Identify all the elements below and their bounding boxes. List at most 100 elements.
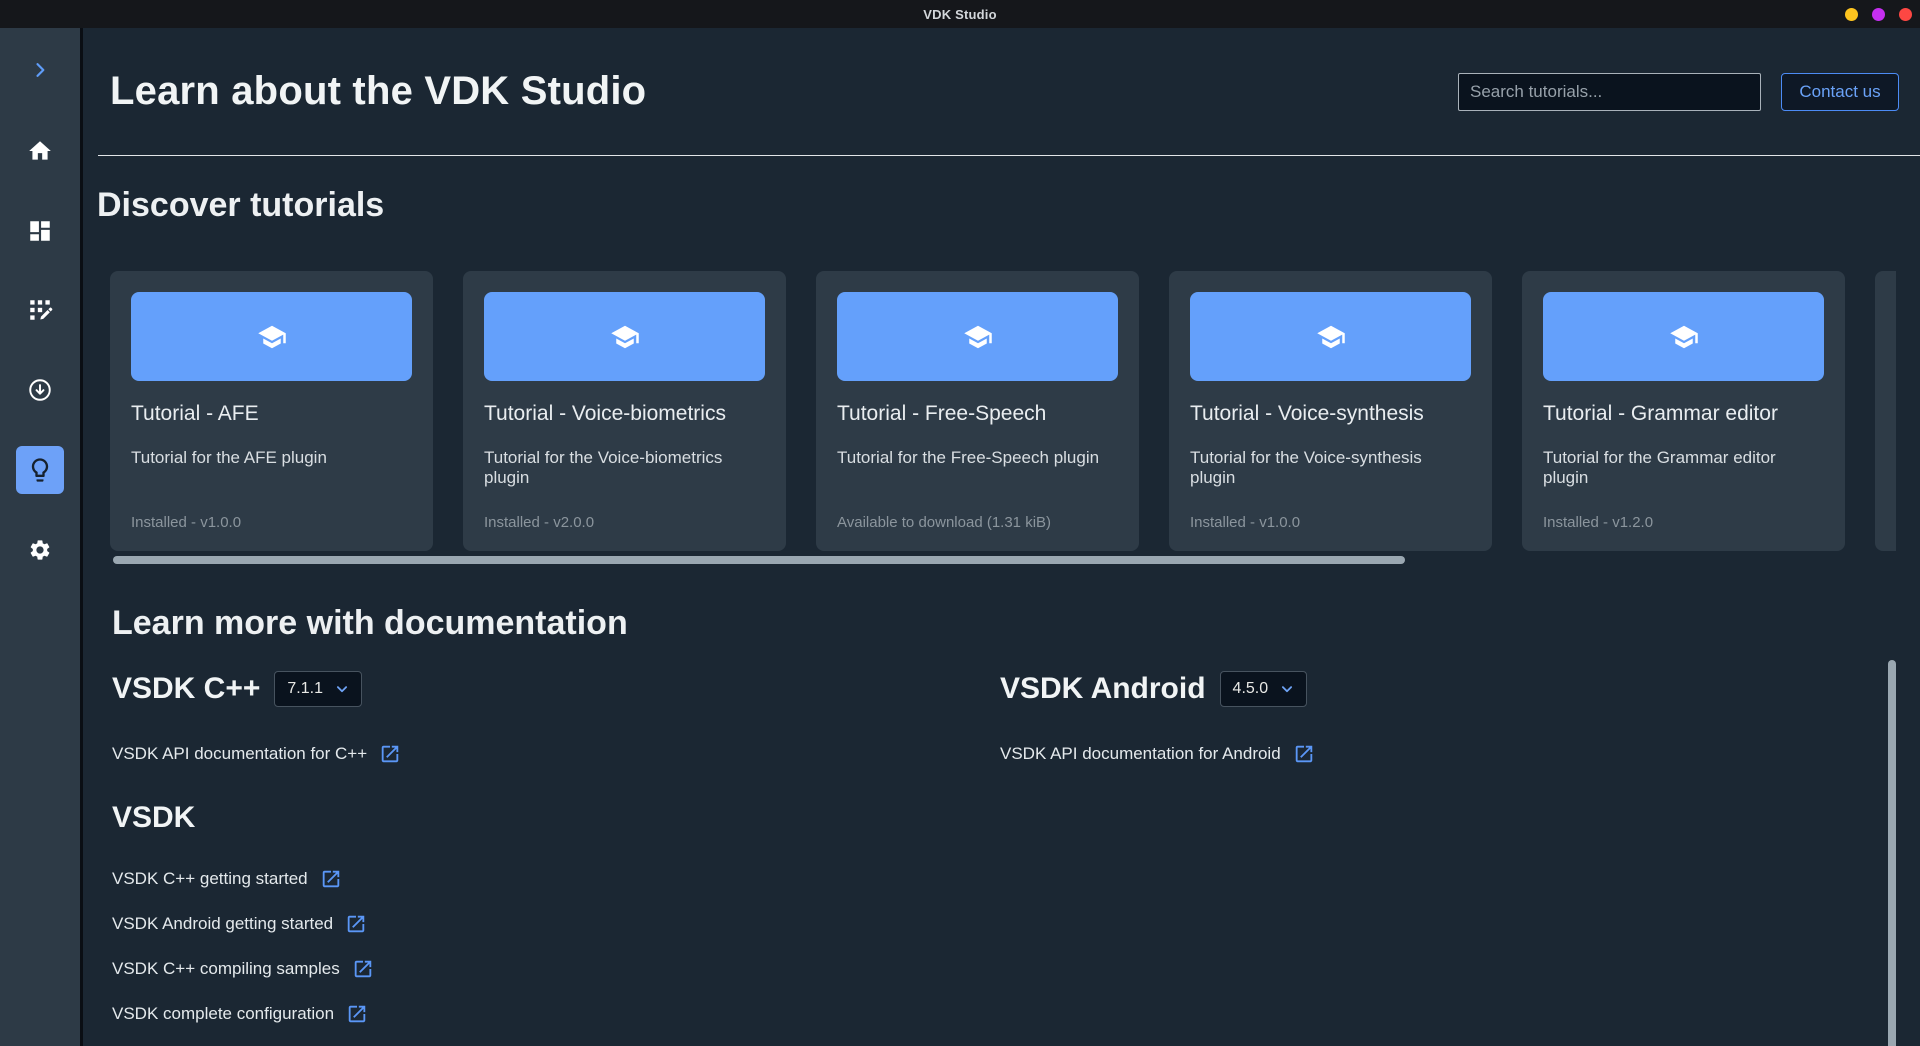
link-cpp-api-documentation[interactable]: VSDK API documentation for C++ bbox=[112, 743, 401, 765]
horizontal-scrollbar-thumb[interactable] bbox=[113, 556, 1405, 564]
graduation-cap-icon bbox=[1316, 322, 1346, 352]
card-status: Installed - v1.0.0 bbox=[131, 514, 241, 531]
discover-tutorials-heading: Discover tutorials bbox=[97, 186, 1920, 225]
link-android-api-documentation[interactable]: VSDK API documentation for Android bbox=[1000, 743, 1315, 765]
vsdk-cpp-version-select[interactable]: 7.1.1 bbox=[274, 671, 362, 707]
home-icon bbox=[27, 138, 53, 164]
version-value: 4.5.0 bbox=[1233, 680, 1269, 698]
vsdk-cpp-title-row: VSDK C++ 7.1.1 bbox=[112, 667, 401, 711]
card-title: Tutorial - Voice-biometrics bbox=[484, 402, 765, 426]
vsdk-cpp-column: VSDK C++ 7.1.1 VSDK API documentation fo… bbox=[112, 667, 401, 765]
lightbulb-icon bbox=[26, 456, 54, 484]
graduation-cap-icon bbox=[1669, 322, 1699, 352]
card-title: Tutorial - Grammar editor bbox=[1543, 402, 1824, 426]
chevron-down-icon bbox=[333, 680, 351, 698]
vsdk-links-list: VSDK C++ getting started VSDK Android ge… bbox=[112, 867, 1920, 1026]
minimize-button[interactable] bbox=[1845, 8, 1858, 21]
external-link-icon bbox=[379, 743, 401, 765]
link-label: VSDK C++ getting started bbox=[112, 869, 308, 889]
vertical-scrollbar-thumb[interactable] bbox=[1888, 660, 1896, 1046]
card-banner bbox=[1190, 292, 1471, 381]
card-status: Installed - v1.0.0 bbox=[1190, 514, 1300, 531]
card-title: Tutorial - Free-Speech bbox=[837, 402, 1118, 426]
learn-more-heading: Learn more with documentation bbox=[112, 604, 1920, 643]
contact-us-button[interactable]: Contact us bbox=[1781, 73, 1899, 111]
tutorial-card-voice-synthesis[interactable]: Tutorial - Voice-synthesis Tutorial for … bbox=[1169, 271, 1492, 551]
vsdk-cpp-heading: VSDK C++ bbox=[112, 672, 260, 706]
sidebar bbox=[0, 28, 80, 1046]
card-status: Available to download (1.31 kiB) bbox=[837, 514, 1051, 531]
graduation-cap-icon bbox=[610, 322, 640, 352]
main-content: Learn about the VDK Studio Contact us Di… bbox=[83, 28, 1920, 1046]
vsdk-android-version-select[interactable]: 4.5.0 bbox=[1220, 671, 1308, 707]
close-button[interactable] bbox=[1899, 8, 1912, 21]
tutorial-card-partial[interactable] bbox=[1875, 271, 1896, 551]
sidebar-item-settings[interactable] bbox=[16, 526, 64, 574]
link-label: VSDK C++ compiling samples bbox=[112, 959, 340, 979]
link-complete-configuration[interactable]: VSDK complete configuration bbox=[112, 1002, 1920, 1026]
maximize-button[interactable] bbox=[1872, 8, 1885, 21]
card-description: Tutorial for the Voice-biometrics plugin bbox=[484, 448, 765, 488]
card-title: Tutorial - Voice-synthesis bbox=[1190, 402, 1471, 426]
horizontal-scrollbar-track bbox=[113, 556, 1899, 564]
card-banner bbox=[131, 292, 412, 381]
sidebar-item-learn[interactable] bbox=[16, 446, 64, 494]
page-header: Learn about the VDK Studio Contact us bbox=[98, 28, 1920, 156]
link-cpp-getting-started[interactable]: VSDK C++ getting started bbox=[112, 867, 1920, 891]
card-title: Tutorial - AFE bbox=[131, 402, 412, 426]
tutorial-cards-viewport: Tutorial - AFE Tutorial for the AFE plug… bbox=[110, 271, 1896, 551]
link-label: VSDK Android getting started bbox=[112, 914, 333, 934]
link-cpp-compiling-samples[interactable]: VSDK C++ compiling samples bbox=[112, 957, 1920, 981]
version-value: 7.1.1 bbox=[287, 680, 323, 698]
card-banner bbox=[484, 292, 765, 381]
sidebar-item-projects[interactable] bbox=[16, 286, 64, 334]
page-title: Learn about the VDK Studio bbox=[110, 69, 646, 114]
tutorial-cards-row: Tutorial - AFE Tutorial for the AFE plug… bbox=[110, 271, 1896, 551]
vsdk-android-column: VSDK Android 4.5.0 VSDK API documentatio… bbox=[1000, 667, 1315, 765]
vdk-studio-window: VDK Studio bbox=[0, 0, 1920, 1046]
card-description: Tutorial for the Free-Speech plugin bbox=[837, 448, 1118, 468]
sidebar-item-home[interactable] bbox=[16, 127, 64, 175]
external-link-icon bbox=[320, 868, 342, 890]
vsdk-android-title-row: VSDK Android 4.5.0 bbox=[1000, 667, 1315, 711]
download-icon bbox=[27, 377, 53, 403]
documentation-columns: VSDK C++ 7.1.1 VSDK API documentation fo… bbox=[112, 667, 1920, 787]
chevron-right-icon bbox=[30, 60, 50, 80]
graduation-cap-icon bbox=[257, 322, 287, 352]
sidebar-item-downloads[interactable] bbox=[16, 366, 64, 414]
vsdk-android-heading: VSDK Android bbox=[1000, 672, 1206, 706]
projects-edit-icon bbox=[27, 297, 53, 323]
app-shell: Learn about the VDK Studio Contact us Di… bbox=[0, 28, 1920, 1046]
sidebar-expand-button[interactable] bbox=[16, 46, 64, 94]
header-actions: Contact us bbox=[1458, 73, 1899, 111]
sidebar-item-dashboard[interactable] bbox=[16, 207, 64, 255]
tutorial-card-voice-biometrics[interactable]: Tutorial - Voice-biometrics Tutorial for… bbox=[463, 271, 786, 551]
link-label: VSDK API documentation for C++ bbox=[112, 744, 367, 764]
search-input[interactable] bbox=[1458, 73, 1761, 111]
link-label: VSDK API documentation for Android bbox=[1000, 744, 1281, 764]
card-banner bbox=[1543, 292, 1824, 381]
chevron-down-icon bbox=[1278, 680, 1296, 698]
card-status: Installed - v2.0.0 bbox=[484, 514, 594, 531]
vsdk-section-heading: VSDK bbox=[112, 801, 1920, 835]
titlebar: VDK Studio bbox=[0, 0, 1920, 28]
tutorial-card-afe[interactable]: Tutorial - AFE Tutorial for the AFE plug… bbox=[110, 271, 433, 551]
dashboard-icon bbox=[27, 218, 53, 244]
tutorial-card-grammar-editor[interactable]: Tutorial - Grammar editor Tutorial for t… bbox=[1522, 271, 1845, 551]
card-status: Installed - v1.2.0 bbox=[1543, 514, 1653, 531]
window-title: VDK Studio bbox=[923, 7, 997, 22]
card-description: Tutorial for the Grammar editor plugin bbox=[1543, 448, 1824, 488]
external-link-icon bbox=[352, 958, 374, 980]
external-link-icon bbox=[1293, 743, 1315, 765]
link-label: VSDK complete configuration bbox=[112, 1004, 334, 1024]
external-link-icon bbox=[345, 913, 367, 935]
graduation-cap-icon bbox=[963, 322, 993, 352]
card-description: Tutorial for the AFE plugin bbox=[131, 448, 412, 468]
card-banner bbox=[837, 292, 1118, 381]
card-description: Tutorial for the Voice-synthesis plugin bbox=[1190, 448, 1471, 488]
settings-gear-icon bbox=[28, 538, 52, 562]
external-link-icon bbox=[346, 1003, 368, 1025]
link-android-getting-started[interactable]: VSDK Android getting started bbox=[112, 912, 1920, 936]
window-controls bbox=[1845, 0, 1912, 28]
tutorial-card-free-speech[interactable]: Tutorial - Free-Speech Tutorial for the … bbox=[816, 271, 1139, 551]
